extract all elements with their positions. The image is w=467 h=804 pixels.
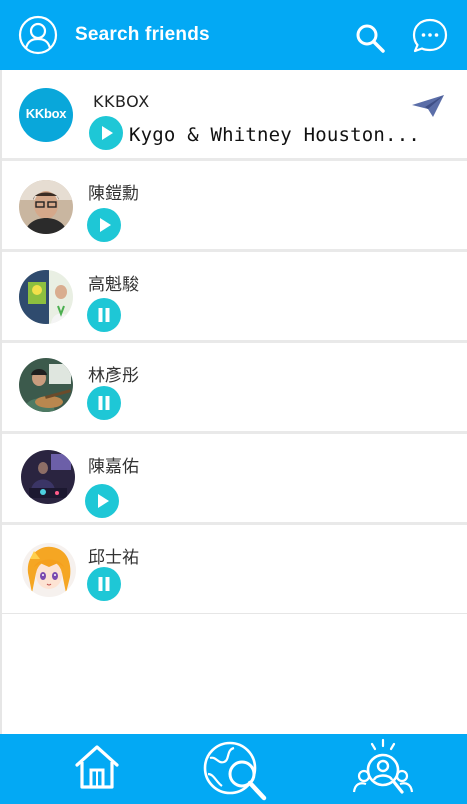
- play-button[interactable]: [87, 208, 121, 242]
- now-playing-track: Kygo & Whitney Houston...: [129, 124, 420, 146]
- avatar: [19, 180, 73, 234]
- list-item-friend[interactable]: 林彥彤: [2, 343, 467, 434]
- pause-button[interactable]: [87, 567, 121, 601]
- list-item-friend[interactable]: 陳嘉佑: [2, 434, 467, 525]
- play-icon: [102, 126, 113, 140]
- chat-icon[interactable]: [411, 17, 449, 55]
- pause-button[interactable]: [87, 386, 121, 420]
- pause-icon: [98, 577, 110, 591]
- list-item-friend[interactable]: 邱士祐: [2, 525, 467, 614]
- top-bar: Search friends: [0, 0, 467, 70]
- avatar: [21, 450, 75, 504]
- profile-icon[interactable]: [18, 15, 58, 55]
- friend-list: KKbox KKBOX Kygo & Whitney Houston... 陳鎧…: [2, 70, 467, 614]
- pause-button[interactable]: [87, 298, 121, 332]
- play-button[interactable]: [85, 484, 119, 518]
- friend-name: 陳嘉佑: [88, 457, 139, 477]
- pause-icon: [98, 308, 110, 322]
- play-icon: [98, 494, 109, 508]
- list-item-friend[interactable]: 高魁駿: [2, 252, 467, 343]
- avatar: [19, 270, 73, 324]
- send-icon[interactable]: [411, 94, 445, 118]
- kkbox-logo-text: KKbox: [25, 106, 67, 121]
- friends-search-icon[interactable]: [352, 738, 414, 800]
- home-icon[interactable]: [74, 743, 120, 791]
- play-button[interactable]: [89, 116, 123, 150]
- play-icon: [100, 218, 111, 232]
- list-item-friend[interactable]: 陳鎧勳: [2, 161, 467, 252]
- list-item-kkbox[interactable]: KKbox KKBOX Kygo & Whitney Houston...: [2, 70, 467, 161]
- friend-name: 林彥彤: [88, 366, 139, 386]
- avatar: [22, 543, 76, 597]
- search-icon[interactable]: [354, 22, 386, 54]
- kkbox-logo: KKbox: [19, 88, 73, 142]
- avatar: [19, 358, 73, 412]
- friend-name: 高魁駿: [88, 275, 139, 295]
- bottom-nav: [0, 734, 467, 804]
- pause-icon: [98, 396, 110, 410]
- friend-name: 邱士祐: [88, 548, 139, 568]
- friend-name: KKBOX: [93, 92, 150, 111]
- page-title: Search friends: [75, 24, 210, 45]
- friend-name: 陳鎧勳: [88, 184, 139, 204]
- explore-icon[interactable]: [200, 738, 270, 802]
